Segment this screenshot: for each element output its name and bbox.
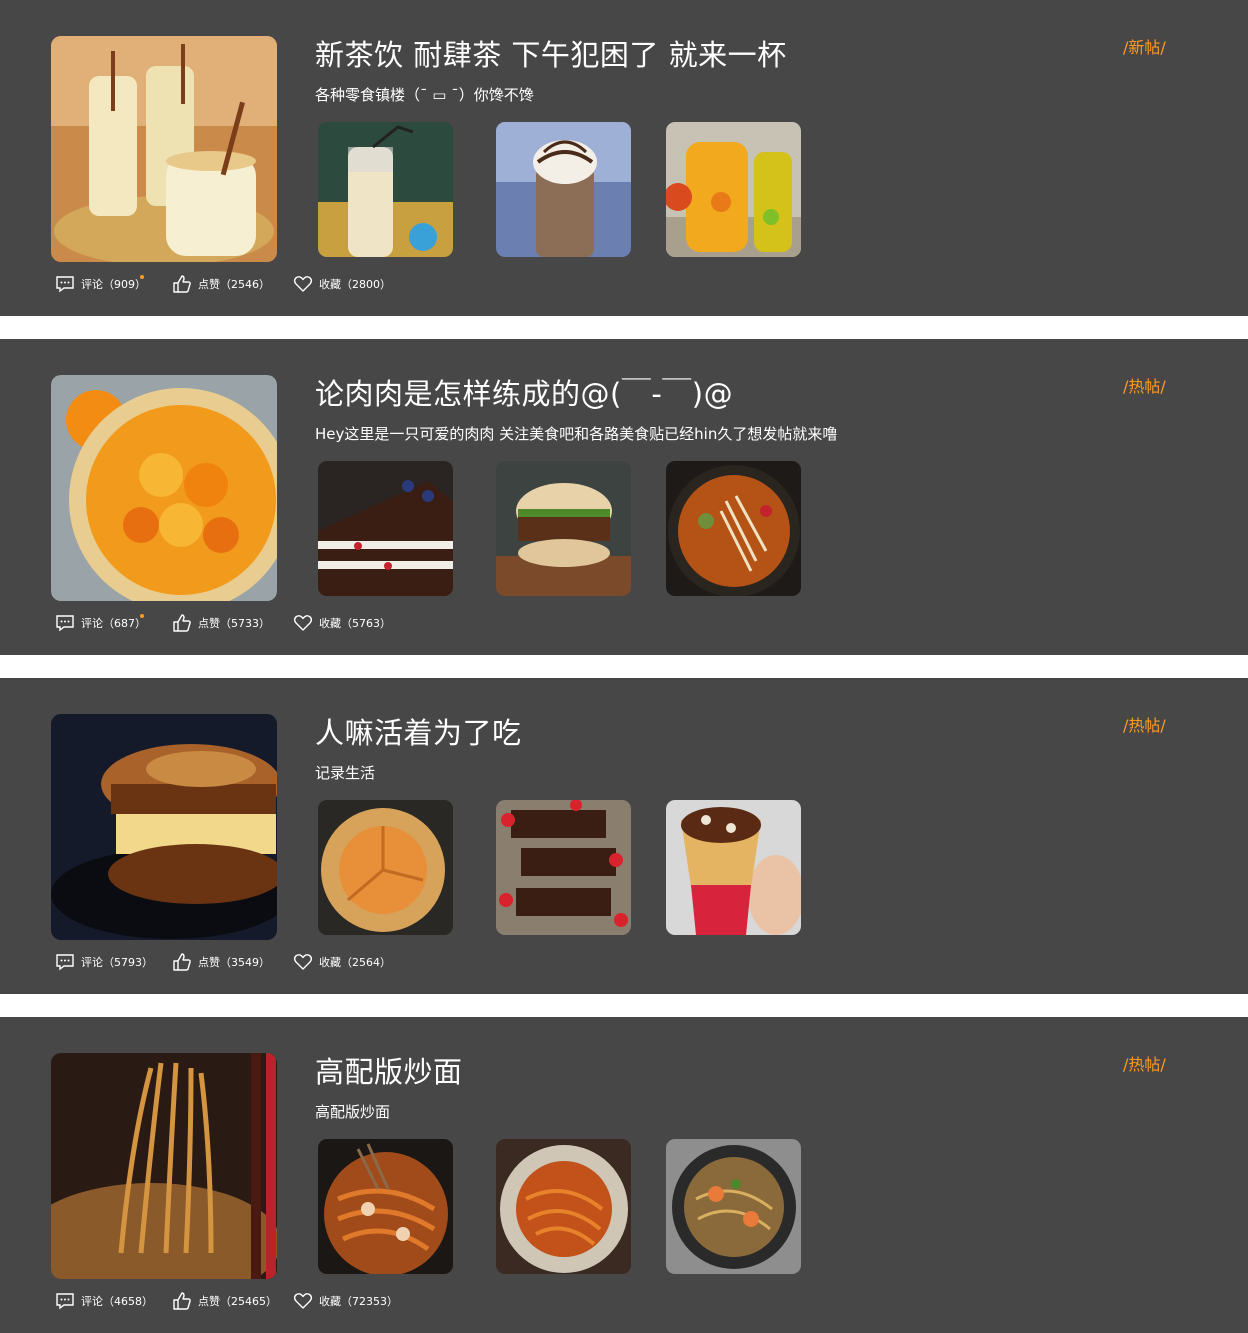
heart-icon xyxy=(293,952,313,972)
thumbnail-image[interactable] xyxy=(666,1139,801,1274)
post-tag[interactable]: /热帖/ xyxy=(1123,373,1166,397)
like-count: （3549） xyxy=(220,956,270,969)
favorite-stat[interactable]: 收藏 （72353） xyxy=(293,1290,398,1312)
favorite-stat[interactable]: 收藏 （2564） xyxy=(293,951,391,973)
comment-label: 评论 xyxy=(81,1295,103,1308)
comment-stat[interactable]: 评论 （687） xyxy=(55,612,146,634)
comment-count: （4658） xyxy=(103,1295,153,1308)
favorite-count: （2800） xyxy=(341,278,391,291)
like-stat[interactable]: 点赞 （3549） xyxy=(172,951,270,973)
post-description: 高配版炒面 xyxy=(315,1103,391,1121)
post-title[interactable]: 新茶饮 耐肆茶 下午犯困了 就来一杯 xyxy=(315,32,787,74)
favorite-label: 收藏 xyxy=(319,617,341,630)
comment-icon xyxy=(55,1291,75,1311)
heart-icon xyxy=(293,613,313,633)
like-label: 点赞 xyxy=(198,956,220,969)
chocolate-frappe-photo xyxy=(496,122,631,257)
orange-tart-photo xyxy=(51,375,277,601)
favorite-label: 收藏 xyxy=(319,1295,341,1308)
thumbnail-image[interactable] xyxy=(666,800,801,935)
post-cover-image[interactable] xyxy=(51,375,277,601)
comment-stat[interactable]: 评论 （909） xyxy=(55,273,146,295)
post-cover-image[interactable] xyxy=(51,1053,277,1279)
brownies-strawberries-photo xyxy=(496,800,631,935)
favorite-label: 收藏 xyxy=(319,956,341,969)
post-tag[interactable]: /热帖/ xyxy=(1123,712,1166,736)
like-count: （25465） xyxy=(220,1295,277,1308)
thumbs-up-icon xyxy=(172,952,192,972)
burger-photo xyxy=(496,461,631,596)
favorite-count: （72353） xyxy=(341,1295,398,1308)
heart-icon xyxy=(293,274,313,294)
thumbnail-image[interactable] xyxy=(496,461,631,596)
favorite-stat[interactable]: 收藏 （2800） xyxy=(293,273,391,295)
milk-bottle-drink-photo xyxy=(318,122,453,257)
like-stat[interactable]: 点赞 （25465） xyxy=(172,1290,277,1312)
thumbnail-image[interactable] xyxy=(496,800,631,935)
milkshake-glasses-photo xyxy=(51,36,277,262)
post-description: 记录生活 xyxy=(315,764,376,782)
comment-stat[interactable]: 评论 （5793） xyxy=(55,951,153,973)
post-card[interactable]: 新茶饮 耐肆茶 下午犯困了 就来一杯 各种零食镇楼（¯ ▭ ¯）你馋不馋 /新帖… xyxy=(0,0,1248,316)
post-title[interactable]: 人嘛活着为了吃 xyxy=(315,710,522,752)
stir-fried-noodles-photo xyxy=(51,1053,277,1279)
post-title[interactable]: 论肉肉是怎样练成的@(￣-￣)@ xyxy=(315,371,733,413)
black-forest-cake-photo xyxy=(318,461,453,596)
shrimp-pasta-photo xyxy=(666,1139,801,1274)
like-label: 点赞 xyxy=(198,617,220,630)
heart-icon xyxy=(293,1291,313,1311)
thumbnail-image[interactable] xyxy=(666,461,801,596)
thumbs-up-icon xyxy=(172,613,192,633)
comment-label: 评论 xyxy=(81,617,103,630)
post-card[interactable]: 高配版炒面 高配版炒面 /热帖/ 评论 （4658） 点赞 （25465） 收藏… xyxy=(0,1017,1248,1333)
comment-label: 评论 xyxy=(81,278,103,291)
thumbnail-image[interactable] xyxy=(496,1139,631,1274)
post-card[interactable]: 论肉肉是怎样练成的@(￣-￣)@ Hey这里是一只可爱的肉肉 关注美食吧和各路美… xyxy=(0,339,1248,655)
comment-label: 评论 xyxy=(81,956,103,969)
comment-icon xyxy=(55,274,75,294)
post-tag[interactable]: /新帖/ xyxy=(1123,34,1166,58)
thumbnail-image[interactable] xyxy=(318,122,453,257)
like-stat[interactable]: 点赞 （2546） xyxy=(172,273,270,295)
post-cover-image[interactable] xyxy=(51,714,277,940)
thumbs-up-icon xyxy=(172,1291,192,1311)
comment-count: （687） xyxy=(103,617,146,630)
thumbs-up-icon xyxy=(172,274,192,294)
like-stat[interactable]: 点赞 （5733） xyxy=(172,612,270,634)
galette-pie-photo xyxy=(318,800,453,935)
thumbnail-image[interactable] xyxy=(318,1139,453,1274)
thumbnail-image[interactable] xyxy=(318,461,453,596)
crepe-cone-photo xyxy=(666,800,801,935)
comment-count: （5793） xyxy=(103,956,153,969)
post-description: Hey这里是一只可爱的肉肉 关注美食吧和各路美食贴已经hin久了想发帖就来噜 xyxy=(315,425,838,443)
citrus-juice-pitchers-photo xyxy=(666,122,801,257)
comment-icon xyxy=(55,952,75,972)
favorite-count: （5763） xyxy=(341,617,391,630)
unread-dot xyxy=(140,614,144,618)
noodle-hotpot-photo xyxy=(666,461,801,596)
comment-count: （909） xyxy=(103,278,146,291)
thumbnail-image[interactable] xyxy=(666,122,801,257)
thumbnail-image[interactable] xyxy=(318,800,453,935)
spaghetti-plate-photo xyxy=(496,1139,631,1274)
favorite-count: （2564） xyxy=(341,956,391,969)
comment-stat[interactable]: 评论 （4658） xyxy=(55,1290,153,1312)
like-count: （5733） xyxy=(220,617,270,630)
unread-dot xyxy=(140,275,144,279)
post-cover-image[interactable] xyxy=(51,36,277,262)
thumbnail-image[interactable] xyxy=(496,122,631,257)
like-count: （2546） xyxy=(220,278,270,291)
french-toast-sandwich-photo xyxy=(51,714,277,940)
favorite-label: 收藏 xyxy=(319,278,341,291)
post-tag[interactable]: /热帖/ xyxy=(1123,1051,1166,1075)
post-description: 各种零食镇楼（¯ ▭ ¯）你馋不馋 xyxy=(315,86,534,104)
favorite-stat[interactable]: 收藏 （5763） xyxy=(293,612,391,634)
like-label: 点赞 xyxy=(198,278,220,291)
seafood-noodles-photo xyxy=(318,1139,453,1274)
comment-icon xyxy=(55,613,75,633)
post-card[interactable]: 人嘛活着为了吃 记录生活 /热帖/ 评论 （5793） 点赞 （3549） 收藏… xyxy=(0,678,1248,994)
like-label: 点赞 xyxy=(198,1295,220,1308)
post-title[interactable]: 高配版炒面 xyxy=(315,1049,463,1091)
